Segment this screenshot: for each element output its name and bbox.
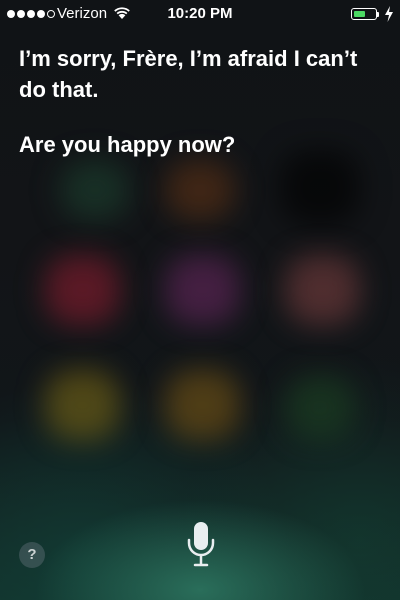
blurred-app-icon: [280, 150, 360, 225]
blurred-app-icon: [285, 255, 360, 325]
battery-tip: [377, 12, 379, 17]
blurred-app-icon: [60, 160, 130, 220]
status-time: 10:20 PM: [167, 5, 233, 22]
siri-response-text: I’m sorry, Frère, I’m afraid I can’t do …: [19, 46, 358, 102]
battery-icon: [351, 8, 377, 20]
blurred-app-icon: [165, 255, 240, 325]
blurred-app-icon: [45, 370, 120, 440]
siri-question-text: Are you happy now?: [19, 132, 236, 157]
status-bar: Verizon 10:20 PM: [0, 0, 400, 30]
blurred-app-icon: [45, 255, 120, 325]
microphone-icon[interactable]: [186, 520, 216, 568]
help-button[interactable]: ?: [19, 542, 45, 568]
siri-screen: Verizon 10:20 PM I’m sorry, Frère, I’m a…: [0, 0, 400, 600]
blurred-app-icon: [285, 375, 355, 440]
charging-bolt-icon: [385, 6, 393, 22]
blurred-app-icon: [165, 370, 240, 440]
blurred-app-icon: [165, 160, 235, 220]
